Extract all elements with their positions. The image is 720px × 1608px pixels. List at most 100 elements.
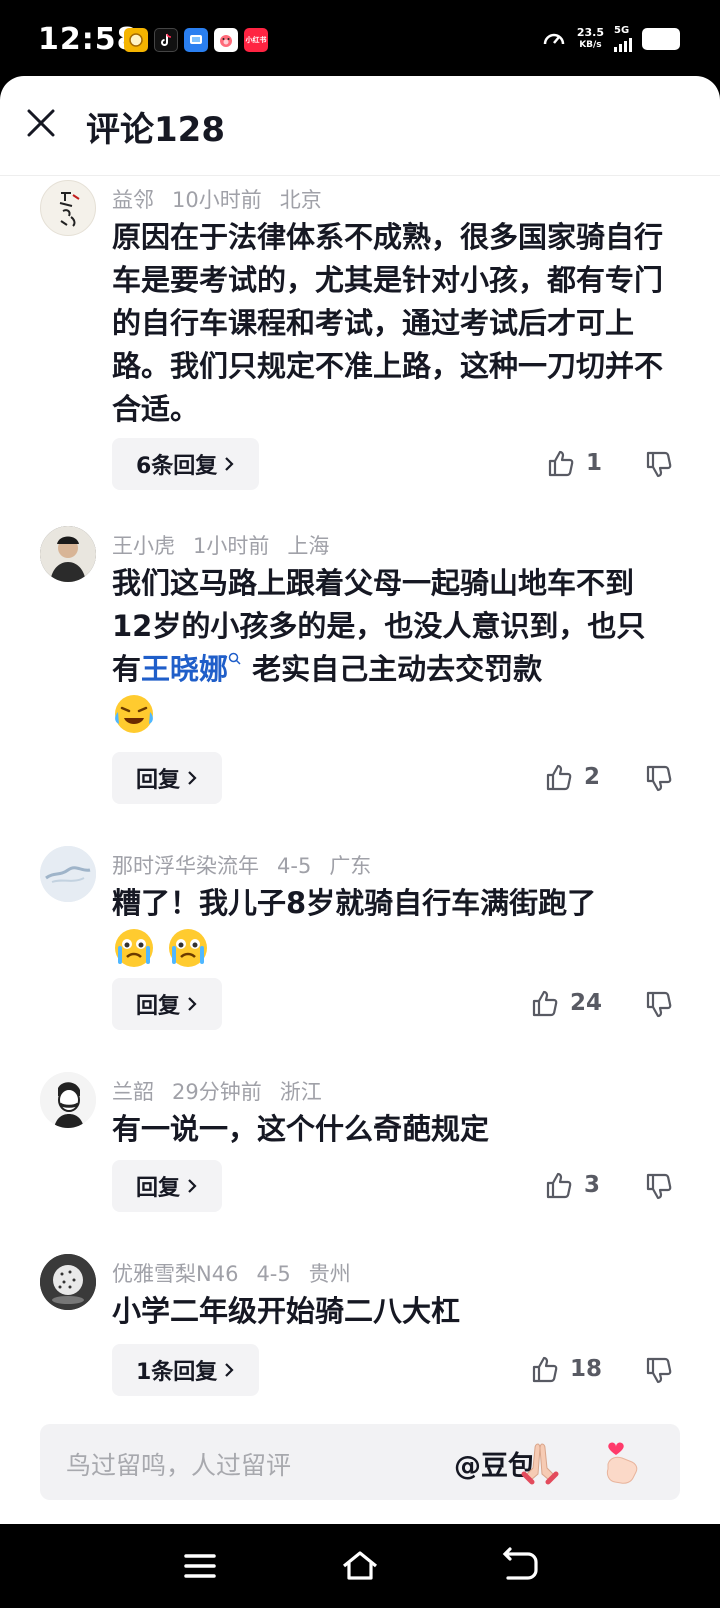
like-button[interactable]: 1	[546, 448, 602, 478]
xiaohongshu-label: 小红书	[245, 36, 267, 44]
crying-emoji-icon	[169, 929, 208, 967]
like-count: 2	[584, 764, 601, 790]
pig-app-icon	[214, 28, 238, 52]
message-app-icon	[184, 28, 208, 52]
like-count: 3	[584, 1172, 601, 1198]
thumbs-down-icon[interactable]	[644, 990, 674, 1020]
comment-time: 4-5	[256, 1262, 291, 1286]
avatar[interactable]	[40, 1072, 96, 1128]
chevron-right-icon	[188, 771, 197, 785]
signal-bars-icon	[614, 36, 632, 52]
sheet-header: 评论128	[0, 76, 720, 176]
comment-username[interactable]: 王小虎	[112, 534, 175, 558]
comment-input-bar[interactable]: 鸟过留鸣，人过留评 @豆包	[40, 1424, 680, 1500]
comment-username[interactable]: 兰韶	[112, 1080, 154, 1104]
finger-heart-emoji-icon[interactable]	[596, 1438, 644, 1486]
avatar[interactable]	[40, 526, 96, 582]
avatar[interactable]	[40, 846, 96, 902]
network-speed-unit: KB/s	[579, 40, 602, 50]
chevron-right-icon	[225, 1363, 234, 1377]
mention-name: 王晓娜	[141, 652, 229, 686]
close-icon[interactable]	[24, 106, 58, 140]
thumbs-up-icon	[548, 450, 574, 477]
status-bar: 12:58 小红书 23.5 KB/s 5G	[0, 0, 720, 80]
chevron-right-icon	[188, 997, 197, 1011]
like-button[interactable]: 24	[530, 988, 602, 1018]
comment-location: 上海	[287, 534, 330, 558]
comment-location: 北京	[279, 188, 322, 212]
xiaohongshu-icon: 小红书	[244, 28, 268, 52]
comment-username[interactable]: 那时浮华染流年	[112, 854, 259, 878]
search-icon	[228, 652, 241, 665]
comment-username[interactable]: 益邻	[112, 188, 154, 212]
avatar[interactable]	[40, 1254, 96, 1310]
network-type: 5G	[614, 25, 630, 36]
back-icon[interactable]	[498, 1544, 542, 1588]
reply-button[interactable]: 回复	[112, 1160, 223, 1212]
comment-text: 糟了！我儿子8岁就骑自行车满街跑了	[112, 882, 672, 970]
like-button[interactable]: 3	[544, 1170, 600, 1200]
view-replies-button[interactable]: 6条回复	[112, 438, 260, 490]
comment-meta: 益邻 10小时前 北京	[112, 184, 340, 214]
comment-text: 有一说一，这个什么奇葩规定	[112, 1112, 490, 1146]
comment-time: 1小时前	[193, 534, 270, 558]
reply-label: 回复	[136, 1176, 181, 1201]
menu-icon[interactable]	[178, 1544, 222, 1588]
like-button[interactable]: 18	[530, 1354, 602, 1384]
reply-button[interactable]: 回复	[112, 752, 223, 804]
comment-text-part: 老实自己主动去交罚款	[242, 652, 543, 686]
home-icon[interactable]	[338, 1544, 382, 1588]
comment-list[interactable]: 益邻 10小时前 北京 原因在于法律体系不成熟，很多国家骑自行车是要考试的，尤其是针…	[0, 176, 720, 1482]
status-right: 23.5 KB/s 5G	[541, 26, 680, 52]
thumbs-up-icon	[532, 990, 558, 1017]
comment-text: 我们这马路上跟着父母一起骑山地车不到12岁的小孩多的是，也没人意识到，也只有王晓…	[112, 562, 672, 736]
comments-title: 评论128	[86, 110, 225, 150]
thumbs-up-icon	[532, 1356, 558, 1383]
tiktok-icon	[154, 28, 178, 52]
thumbs-up-icon	[546, 764, 572, 791]
comment-time: 10小时前	[172, 188, 262, 212]
comment-sheet: 评论128 益邻 10小时前 北京 原因在于法律体系不成熟，很多国家骑自行车是要考试…	[0, 76, 720, 1524]
comment-location: 广东	[329, 854, 372, 878]
thumbs-down-icon[interactable]	[644, 1356, 674, 1386]
comment-location: 贵州	[308, 1262, 351, 1286]
reply-button[interactable]: 回复	[112, 978, 223, 1030]
thumbs-down-icon[interactable]	[644, 1172, 674, 1202]
mention-link[interactable]: 王晓娜	[141, 652, 242, 686]
reply-label: 6条回复	[136, 454, 218, 479]
comment-meta: 那时浮华染流年 4-5 广东	[112, 850, 389, 880]
crying-emoji-icon	[115, 929, 153, 967]
thumbs-down-icon[interactable]	[644, 450, 674, 480]
comment-text-part: 糟了！我儿子8岁就骑自行车满街跑了	[112, 886, 597, 920]
comment-input-placeholder[interactable]: 鸟过留鸣，人过留评	[66, 1446, 291, 1482]
reply-label: 1条回复	[136, 1360, 218, 1385]
coin-app-icon	[124, 28, 148, 52]
like-count: 1	[586, 450, 603, 476]
system-navigation-bar	[0, 1524, 720, 1608]
like-count: 18	[570, 1356, 603, 1382]
reply-label: 回复	[136, 768, 181, 793]
comment-location: 浙江	[279, 1080, 322, 1104]
crying-laughing-emoji-icon	[115, 695, 153, 733]
comment-username[interactable]: 优雅雪梨N46	[112, 1262, 238, 1286]
like-button[interactable]: 2	[544, 762, 600, 792]
speedometer-icon	[543, 33, 565, 45]
network-speed-value: 23.5	[576, 26, 604, 39]
like-count: 24	[570, 990, 603, 1016]
avatar[interactable]	[40, 180, 96, 236]
network-speed: 23.5 KB/s	[577, 27, 604, 51]
reply-label: 回复	[136, 994, 181, 1019]
battery-icon	[642, 28, 680, 50]
comment-meta: 兰韶 29分钟前 浙江	[112, 1076, 340, 1106]
praying-hands-emoji-icon[interactable]	[516, 1438, 564, 1486]
thumbs-up-icon	[546, 1172, 572, 1199]
chevron-right-icon	[188, 1179, 197, 1193]
view-replies-button[interactable]: 1条回复	[112, 1344, 260, 1396]
notification-app-icons: 小红书	[124, 28, 268, 52]
comment-meta: 王小虎 1小时前 上海	[112, 530, 347, 560]
comment-time: 29分钟前	[172, 1080, 262, 1104]
thumbs-down-icon[interactable]	[644, 764, 674, 794]
comment-meta: 优雅雪梨N46 4-5 贵州	[112, 1258, 369, 1288]
comment-text: 原因在于法律体系不成熟，很多国家骑自行车是要考试的，尤其是针对小孩，都有专门的自…	[112, 220, 664, 426]
chevron-right-icon	[225, 457, 234, 471]
